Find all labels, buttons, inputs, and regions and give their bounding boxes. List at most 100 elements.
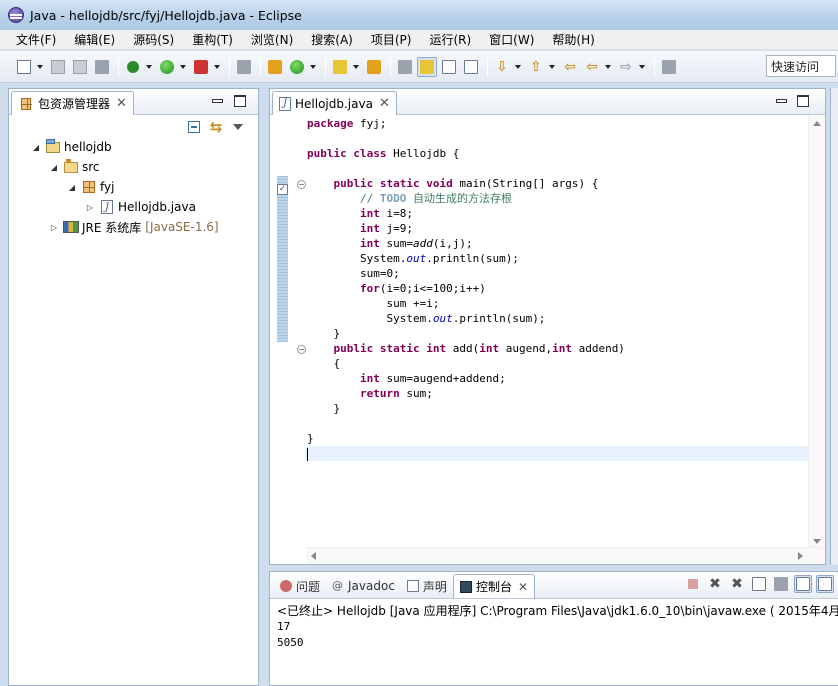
- menu-window[interactable]: 窗口(W): [479, 31, 542, 48]
- forward-button[interactable]: ⇨: [616, 57, 636, 77]
- code-line[interactable]: System.out.println(sum);: [307, 311, 785, 326]
- clear-console-button[interactable]: [750, 575, 768, 593]
- forward-dropdown[interactable]: [638, 57, 646, 77]
- run-dropdown[interactable]: [179, 57, 187, 77]
- menu-run[interactable]: 运行(R): [419, 31, 479, 48]
- new-package-button[interactable]: [265, 57, 285, 77]
- code-line[interactable]: }: [307, 401, 785, 416]
- new-class-button[interactable]: [287, 57, 307, 77]
- terminate-button[interactable]: [684, 575, 702, 593]
- scroll-left-icon[interactable]: [311, 552, 316, 560]
- next-annotation-dropdown[interactable]: [514, 57, 522, 77]
- save-all-button[interactable]: [70, 57, 90, 77]
- code-line[interactable]: {: [307, 356, 785, 371]
- menu-edit[interactable]: 编辑(E): [64, 31, 123, 48]
- quick-access-input[interactable]: 快速访问: [766, 55, 836, 77]
- code-line[interactable]: int sum=add(i,j);: [307, 236, 785, 251]
- code-line[interactable]: int sum=augend+addend;: [307, 371, 785, 386]
- code-line[interactable]: public static int add(int augend,int add…: [307, 341, 785, 356]
- open-type-button[interactable]: [330, 57, 350, 77]
- close-icon[interactable]: ✕: [518, 580, 528, 594]
- code-line[interactable]: System.out.println(sum);: [307, 251, 785, 266]
- horizontal-scrollbar[interactable]: [307, 547, 825, 564]
- code-line[interactable]: [307, 161, 785, 176]
- code-line[interactable]: int i=8;: [307, 206, 785, 221]
- expanded-twisty-icon[interactable]: ◢: [67, 182, 77, 192]
- vertical-scrollbar[interactable]: [808, 116, 825, 548]
- menu-navigate[interactable]: 浏览(N): [241, 31, 301, 48]
- tree-item-hellojdb-java[interactable]: ▷ J Hellojdb.java: [9, 197, 258, 217]
- new-button[interactable]: [14, 57, 34, 77]
- open-type-dropdown[interactable]: [352, 57, 360, 77]
- scroll-lock-button[interactable]: [772, 575, 790, 593]
- menu-file[interactable]: 文件(F): [6, 31, 64, 48]
- tree-item-jre[interactable]: ▷ JRE 系统库 [JavaSE-1.6]: [9, 217, 258, 237]
- save-button[interactable]: [48, 57, 68, 77]
- scroll-down-icon[interactable]: [813, 539, 821, 544]
- tab-declaration[interactable]: 声明: [401, 574, 453, 598]
- debug-dropdown[interactable]: [145, 57, 153, 77]
- editor-tab-hellojdb[interactable]: J Hellojdb.java ✕: [272, 91, 397, 115]
- code-line[interactable]: [307, 131, 785, 146]
- collapsed-twisty-icon[interactable]: ▷: [85, 202, 95, 212]
- pin-editor-button[interactable]: [659, 57, 679, 77]
- open-task-button[interactable]: [364, 57, 384, 77]
- code-line[interactable]: public static void main(String[] args) {: [307, 176, 785, 191]
- code-line[interactable]: package fyj;: [307, 116, 785, 131]
- code-line[interactable]: sum=0;: [307, 266, 785, 281]
- code-line[interactable]: sum +=i;: [307, 296, 785, 311]
- mark-occurrences-button[interactable]: [417, 56, 437, 77]
- minimize-button[interactable]: [211, 95, 223, 107]
- fold-toggle-icon[interactable]: −: [297, 180, 306, 189]
- search-button[interactable]: [395, 57, 415, 77]
- code-line[interactable]: for(i=0;i<=100;i++): [307, 281, 785, 296]
- package-explorer-tab[interactable]: 包资源管理器 ✕: [11, 91, 134, 115]
- block-selection-button[interactable]: [439, 57, 459, 77]
- close-icon[interactable]: ✕: [116, 96, 127, 111]
- scroll-right-icon[interactable]: [798, 552, 803, 560]
- back-button[interactable]: ⇦: [582, 57, 602, 77]
- remove-launch-button[interactable]: ✖: [706, 575, 724, 593]
- menu-source[interactable]: 源码(S): [123, 31, 182, 48]
- menu-project[interactable]: 项目(P): [361, 31, 420, 48]
- close-icon[interactable]: ✕: [379, 96, 390, 111]
- new-dropdown[interactable]: [36, 57, 44, 77]
- code-line[interactable]: }: [307, 326, 785, 341]
- console-output[interactable]: <已终止> Hellojdb [Java 应用程序] C:\Program Fi…: [270, 599, 838, 654]
- menu-refactor[interactable]: 重构(T): [182, 31, 241, 48]
- external-tools-dropdown[interactable]: [213, 57, 221, 77]
- new-class-dropdown[interactable]: [309, 57, 317, 77]
- code-line[interactable]: }: [307, 431, 785, 446]
- code-line[interactable]: [307, 416, 785, 431]
- tree-item-hellojdb[interactable]: ◢ hellojdb: [9, 137, 258, 157]
- collapse-all-button[interactable]: [186, 119, 202, 135]
- print-button[interactable]: [92, 57, 112, 77]
- back-dropdown[interactable]: [604, 57, 612, 77]
- code-line[interactable]: [305, 446, 825, 461]
- prev-annotation-button[interactable]: ⇧: [526, 57, 546, 77]
- code-line[interactable]: // TODO 自动生成的方法存根: [307, 191, 785, 206]
- display-console-button[interactable]: [816, 575, 834, 593]
- tree-item-fyj[interactable]: ◢ fyj: [9, 177, 258, 197]
- tree-item-src[interactable]: ◢ src: [9, 157, 258, 177]
- collapsed-twisty-icon[interactable]: ▷: [49, 222, 59, 232]
- view-menu-button[interactable]: [230, 119, 246, 135]
- code-area[interactable]: package fyj; public class Hellojdb { publ…: [305, 116, 825, 461]
- code-line[interactable]: public class Hellojdb {: [307, 146, 785, 161]
- fold-toggle-icon[interactable]: −: [297, 345, 306, 354]
- editor-body[interactable]: ✓ − − package fyj; public class Hellojdb …: [270, 116, 825, 564]
- tab-console[interactable]: 控制台 ✕: [452, 574, 536, 598]
- maximize-button[interactable]: [797, 95, 809, 107]
- menu-help[interactable]: 帮助(H): [542, 31, 602, 48]
- tab-problems[interactable]: 问题: [274, 574, 326, 598]
- show-whitespace-button[interactable]: [461, 57, 481, 77]
- maximize-button[interactable]: [234, 95, 246, 107]
- debug-button[interactable]: [123, 57, 143, 77]
- link-with-editor-button[interactable]: ⇆: [208, 118, 224, 136]
- prev-annotation-dropdown[interactable]: [548, 57, 556, 77]
- expanded-twisty-icon[interactable]: ◢: [31, 142, 41, 152]
- next-annotation-button[interactable]: ⇩: [492, 57, 512, 77]
- last-edit-button[interactable]: ⇦: [560, 57, 580, 77]
- skip-breakpoints-button[interactable]: [234, 57, 254, 77]
- scroll-up-icon[interactable]: [813, 121, 821, 126]
